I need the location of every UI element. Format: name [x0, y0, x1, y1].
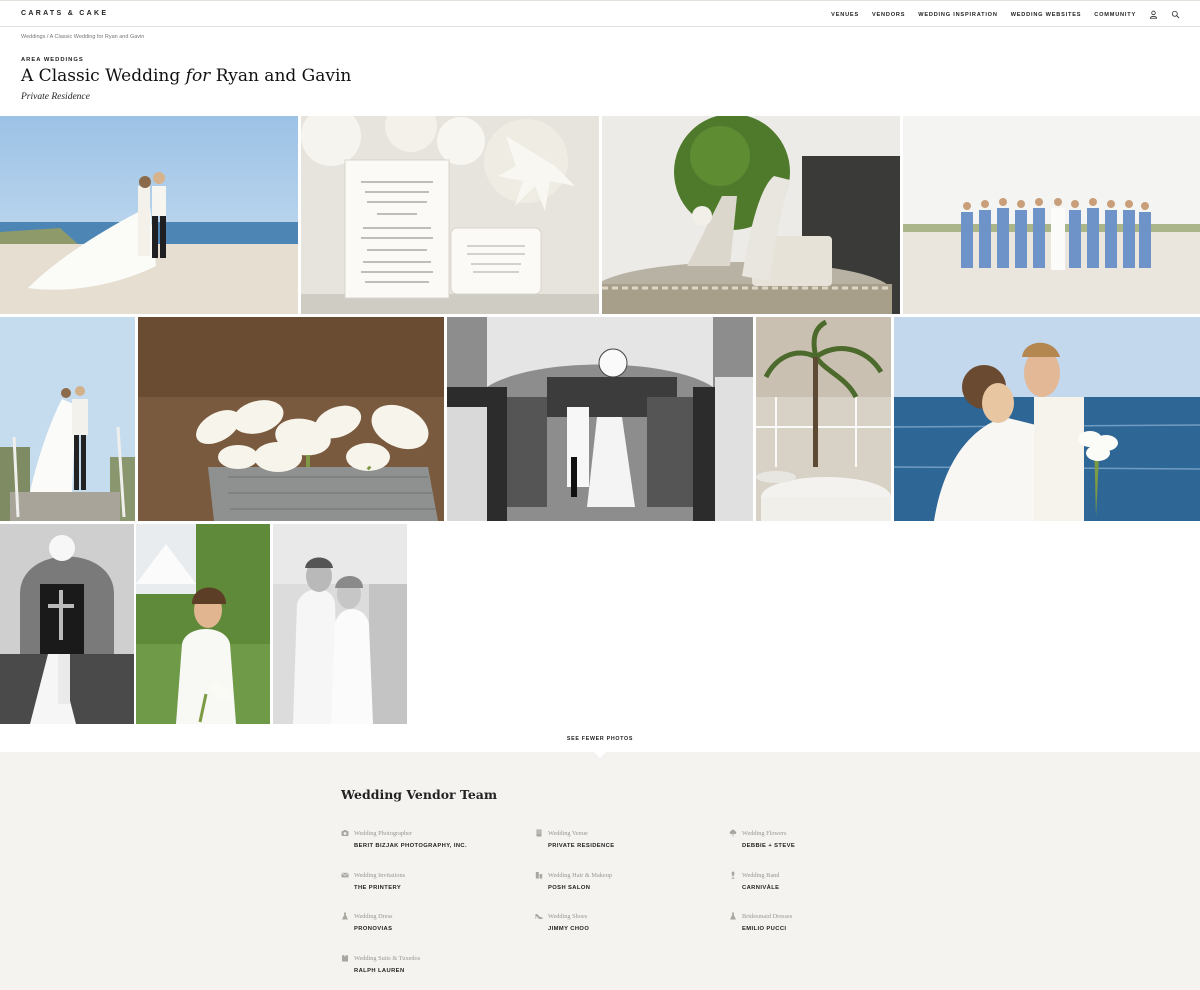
vendor-name-link[interactable]: PRIVATE RESIDENCE [548, 843, 715, 849]
vendor-flowers: Wedding Flowers DEBBIE + STEVE [729, 829, 909, 849]
search-icon[interactable] [1171, 10, 1180, 19]
photo-couple-dancing[interactable] [273, 524, 407, 724]
makeup-icon [535, 871, 543, 879]
top-navigation-bar: CARATS & CAKE VENUES VENDORS WEDDING INS… [0, 0, 1200, 27]
vendor-name-link[interactable]: THE PRINTERY [354, 885, 521, 891]
vendor-role-label: Wedding Venue [548, 829, 588, 837]
vendor-suits: Wedding Suits & Tuxedos RALPH LAUREN [341, 954, 521, 974]
dress-icon [729, 912, 737, 920]
vendor-dress: Wedding Dress PRONOVIAS [341, 912, 521, 932]
photo-calla-lilies[interactable] [138, 317, 444, 521]
vendor-role-label: Wedding Photographer [354, 829, 413, 837]
see-fewer-photos-button[interactable]: SEE FEWER PHOTOS [0, 736, 1200, 742]
dress-icon [341, 912, 349, 920]
breadcrumb-weddings-link[interactable]: Weddings [21, 34, 45, 40]
vendor-venue: Wedding Venue PRIVATE RESIDENCE [535, 829, 715, 849]
flower-icon [729, 829, 737, 837]
article-category[interactable]: AREA WEDDINGS [21, 57, 84, 63]
vendor-bridesmaid-dresses: Bridesmaid Dresses EMILIO PUCCI [729, 912, 909, 932]
photo-invitation-suite[interactable] [301, 116, 599, 314]
vendor-team-heading: Wedding Vendor Team [341, 787, 498, 802]
vendor-band: Wedding Band CARNIVÀLE [729, 871, 909, 891]
breadcrumb-current: A Classic Wedding for Ryan and Gavin [49, 34, 145, 40]
camera-icon [341, 829, 349, 837]
section-pointer [594, 752, 606, 758]
site-logo[interactable]: CARATS & CAKE [21, 10, 108, 17]
vendor-hair-makeup: Wedding Hair & Makeup POSH SALON [535, 871, 715, 891]
vendor-name-link[interactable]: BERIT BIZJAK PHOTOGRAPHY, INC. [354, 843, 521, 849]
title-part-2: Ryan and Gavin [210, 66, 352, 86]
user-icon[interactable] [1149, 10, 1158, 19]
envelope-icon [341, 871, 349, 879]
breadcrumb: Weddings / A Classic Wedding for Ryan an… [21, 34, 144, 40]
vendor-name-link[interactable]: POSH SALON [548, 885, 715, 891]
photo-church-recessional[interactable] [447, 317, 753, 521]
photo-church-altar[interactable] [0, 524, 134, 724]
photo-bride-garden[interactable] [136, 524, 270, 724]
vendor-name-link[interactable]: DEBBIE + STEVE [742, 843, 909, 849]
vendor-role-label: Wedding Dress [354, 912, 393, 920]
vendor-role-label: Wedding Invitations [354, 871, 406, 879]
vendor-role-label: Bridesmaid Dresses [742, 912, 793, 920]
vendor-role-label: Wedding Suits & Tuxedos [354, 954, 421, 962]
vendor-role-label: Wedding Hair & Makeup [548, 871, 613, 879]
photo-beach-couple[interactable] [0, 116, 298, 314]
title-italic-word: for [185, 66, 211, 86]
vendor-role-label: Wedding Shoes [548, 912, 588, 920]
nav-wedding-inspiration[interactable]: WEDDING INSPIRATION [918, 12, 997, 18]
breadcrumb-separator: / [46, 34, 49, 40]
title-part-1: A Classic Wedding [21, 66, 186, 86]
shoe-icon [535, 912, 543, 920]
vendor-shoes: Wedding Shoes JIMMY CHOO [535, 912, 715, 932]
photo-ocean-kiss[interactable] [894, 317, 1200, 521]
main-nav: VENUES VENDORS WEDDING INSPIRATION WEDDI… [831, 10, 1180, 19]
microphone-icon [729, 871, 737, 879]
vendor-name-link[interactable]: RALPH LAUREN [354, 968, 521, 974]
vendor-name-link[interactable]: PRONOVIAS [354, 926, 521, 932]
building-icon [535, 829, 543, 837]
wedding-location: Private Residence [21, 92, 90, 102]
page-title: A Classic Wedding for Ryan and Gavin [21, 66, 351, 86]
suit-icon [341, 954, 349, 962]
nav-vendors[interactable]: VENDORS [872, 12, 905, 18]
vendor-name-link[interactable]: EMILIO PUCCI [742, 926, 909, 932]
photo-tent-reception[interactable] [756, 317, 891, 521]
vendor-role-label: Wedding Band [742, 871, 780, 879]
vendor-photographer: Wedding Photographer BERIT BIZJAK PHOTOG… [341, 829, 521, 849]
photo-bridesmaids-beach[interactable] [903, 116, 1200, 314]
vendor-role-label: Wedding Flowers [742, 829, 787, 837]
nav-wedding-websites[interactable]: WEDDING WEBSITES [1011, 12, 1082, 18]
nav-community[interactable]: COMMUNITY [1094, 12, 1136, 18]
photo-couple-stairs[interactable] [0, 317, 135, 521]
vendor-name-link[interactable]: CARNIVÀLE [742, 885, 909, 891]
vendor-name-link[interactable]: JIMMY CHOO [548, 926, 715, 932]
nav-venues[interactable]: VENUES [831, 12, 859, 18]
photo-heels-tray[interactable] [602, 116, 900, 314]
vendor-invitations: Wedding Invitations THE PRINTERY [341, 871, 521, 891]
